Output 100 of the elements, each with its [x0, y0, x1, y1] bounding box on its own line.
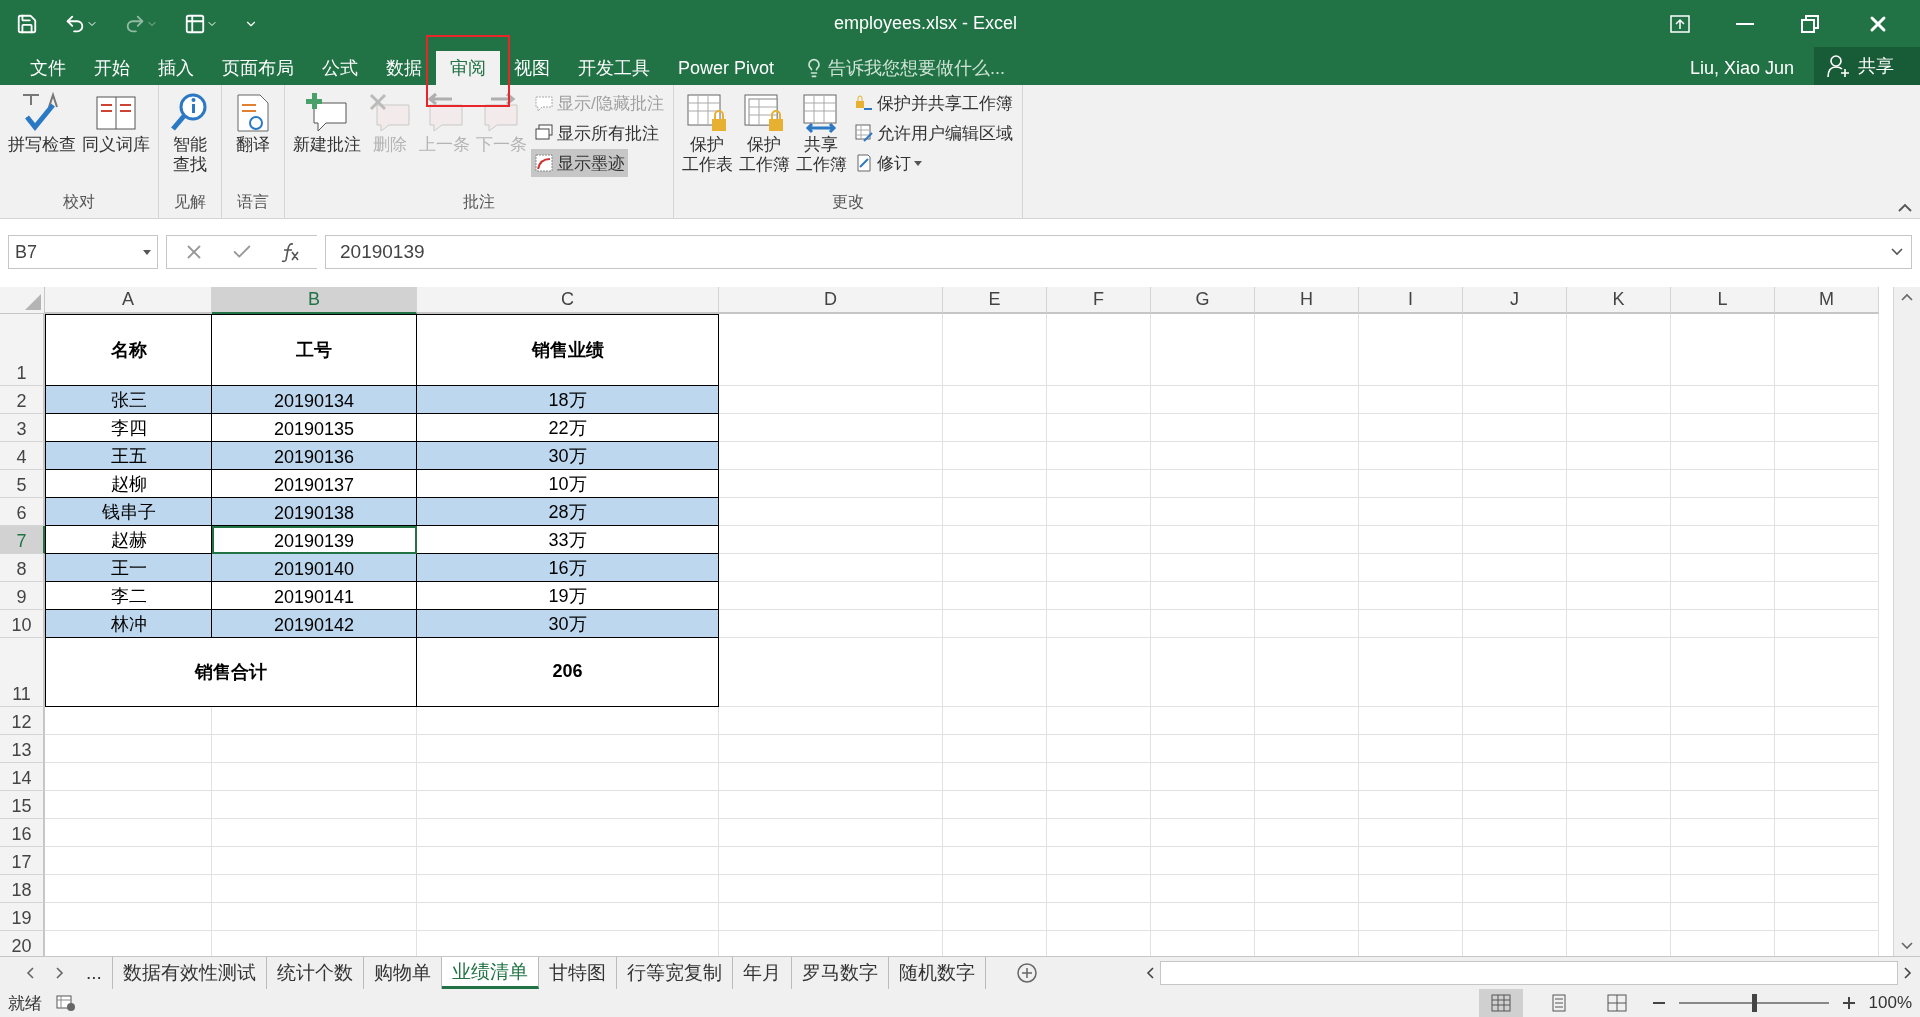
- page-icon: [1549, 994, 1568, 1012]
- row-header[interactable]: 20: [0, 931, 45, 956]
- chevron-up-icon: [1898, 203, 1912, 212]
- row-header[interactable]: 14: [0, 763, 45, 791]
- column-header[interactable]: M: [1775, 287, 1879, 314]
- ribbon-button[interactable]: 保护并共享工作簿: [850, 89, 1016, 117]
- horizontal-scrollbar[interactable]: [1159, 961, 1898, 985]
- row-header[interactable]: 16: [0, 819, 45, 847]
- menu-tab[interactable]: Power Pivot: [664, 51, 789, 85]
- menu-tab[interactable]: 开始: [80, 51, 144, 85]
- row-header[interactable]: 17: [0, 847, 45, 875]
- zoom-in-icon[interactable]: [1842, 997, 1855, 1009]
- total-value: 206: [417, 638, 719, 707]
- sheet-tab[interactable]: 业绩清单: [441, 957, 539, 989]
- ribbon-button[interactable]: 显示墨迹: [531, 149, 628, 177]
- header-cell: 销售业绩: [417, 314, 719, 386]
- previous-sheet-icon[interactable]: [26, 967, 34, 979]
- column-header[interactable]: D: [719, 287, 943, 314]
- row-header[interactable]: 13: [0, 735, 45, 763]
- table-cell: 18万: [417, 386, 719, 414]
- scroll-right-icon[interactable]: [1904, 967, 1912, 979]
- menu-tab[interactable]: 插入: [144, 51, 208, 85]
- row-header[interactable]: 11: [0, 638, 45, 707]
- function-icon[interactable]: [279, 241, 301, 263]
- row-header[interactable]: 19: [0, 903, 45, 931]
- collapse-ribbon-icon[interactable]: [1898, 203, 1912, 212]
- column-header[interactable]: H: [1255, 287, 1359, 314]
- row-header[interactable]: 4: [0, 442, 45, 470]
- row-header[interactable]: 2: [0, 386, 45, 414]
- macro-record-icon[interactable]: [56, 994, 76, 1012]
- expand-icon[interactable]: [1891, 248, 1903, 256]
- row-header[interactable]: 12: [0, 707, 45, 735]
- zoom-slider-thumb[interactable]: [1751, 994, 1757, 1012]
- menu-tab[interactable]: 页面布局: [208, 51, 308, 85]
- column-header[interactable]: L: [1671, 287, 1775, 314]
- menu-tab[interactable]: 审阅: [436, 51, 500, 85]
- group-label: 批注: [461, 192, 496, 212]
- table-cell: 20190140: [212, 554, 417, 582]
- row-header[interactable]: 7: [0, 526, 45, 554]
- name-box[interactable]: B7: [8, 235, 158, 269]
- corner-triangle-icon: [25, 294, 41, 310]
- ribbon-button[interactable]: 新建批注: [291, 89, 363, 158]
- table-cell: 20190139: [212, 526, 417, 554]
- menu-tab[interactable]: 数据: [372, 51, 436, 85]
- scroll-down-icon[interactable]: [1901, 942, 1913, 950]
- column-header[interactable]: K: [1567, 287, 1671, 314]
- menu-tab[interactable]: 公式: [308, 51, 372, 85]
- table-cell: 李四: [45, 414, 212, 442]
- ribbon-button[interactable]: 拼写检查: [6, 89, 78, 158]
- ribbon-button[interactable]: 保护 工作表: [679, 89, 735, 178]
- menu-tab[interactable]: 文件: [16, 51, 80, 85]
- column-header[interactable]: C: [417, 287, 719, 314]
- ribbon-button[interactable]: 同义词库: [80, 89, 152, 158]
- ribbon-button[interactable]: 保护 工作簿: [736, 89, 792, 178]
- table-cell: 王五: [45, 442, 212, 470]
- normal-view-button[interactable]: [1478, 989, 1523, 1017]
- table-cell: 张三: [45, 386, 212, 414]
- row-header[interactable]: 1: [0, 314, 45, 386]
- ribbon-display-icon[interactable]: [1668, 12, 1692, 35]
- share-button[interactable]: 共享: [1814, 47, 1920, 85]
- row-header[interactable]: 15: [0, 791, 45, 819]
- grid-icon: [1490, 994, 1511, 1012]
- row-header[interactable]: 5: [0, 470, 45, 498]
- next-sheet-icon[interactable]: [56, 967, 64, 979]
- column-header[interactable]: I: [1359, 287, 1463, 314]
- table-cell: 33万: [417, 526, 719, 554]
- row-header[interactable]: 18: [0, 875, 45, 903]
- zoom-percent[interactable]: 100%: [1868, 993, 1912, 1013]
- row-header[interactable]: 8: [0, 554, 45, 582]
- scroll-left-icon[interactable]: [1145, 967, 1154, 979]
- ribbon-button[interactable]: 显示所有批注: [531, 119, 662, 147]
- table-cell: 20190134: [212, 386, 417, 414]
- column-header[interactable]: E: [943, 287, 1047, 314]
- header-cell: 工号: [212, 314, 417, 386]
- ribbon-button[interactable]: 允许用户编辑区域: [850, 119, 1016, 147]
- column-header[interactable]: J: [1463, 287, 1567, 314]
- ribbon-button[interactable]: 共享 工作簿: [793, 89, 849, 178]
- group-label: 语言: [236, 192, 270, 212]
- vertical-scrollbar[interactable]: [1893, 287, 1920, 956]
- formula-field[interactable]: 20190139: [325, 235, 1912, 269]
- window-title: employees.xlsx - Excel: [834, 13, 1019, 34]
- row-header[interactable]: 10: [0, 610, 45, 638]
- table-cell: 20190136: [212, 442, 417, 470]
- table-cell: 林冲: [45, 610, 212, 638]
- column-header[interactable]: F: [1047, 287, 1151, 314]
- tell-me-field[interactable]: 告诉我您想要做什么...: [804, 51, 1006, 85]
- column-header[interactable]: B: [212, 287, 417, 314]
- column-header[interactable]: G: [1151, 287, 1255, 314]
- lock-share-icon: [853, 93, 874, 113]
- ribbon-button[interactable]: 翻译: [228, 89, 278, 158]
- row-header[interactable]: 3: [0, 414, 45, 442]
- menu-tab[interactable]: 开发工具: [564, 51, 664, 85]
- caret-icon: [913, 160, 922, 166]
- scroll-up-icon[interactable]: [1901, 293, 1913, 301]
- column-header[interactable]: A: [45, 287, 212, 314]
- row-header[interactable]: 9: [0, 582, 45, 610]
- ribbon-button[interactable]: 智能 查找: [165, 89, 215, 178]
- ribbon-button[interactable]: 修订: [850, 149, 925, 177]
- menu-tab[interactable]: 视图: [500, 51, 564, 85]
- row-header[interactable]: 6: [0, 498, 45, 526]
